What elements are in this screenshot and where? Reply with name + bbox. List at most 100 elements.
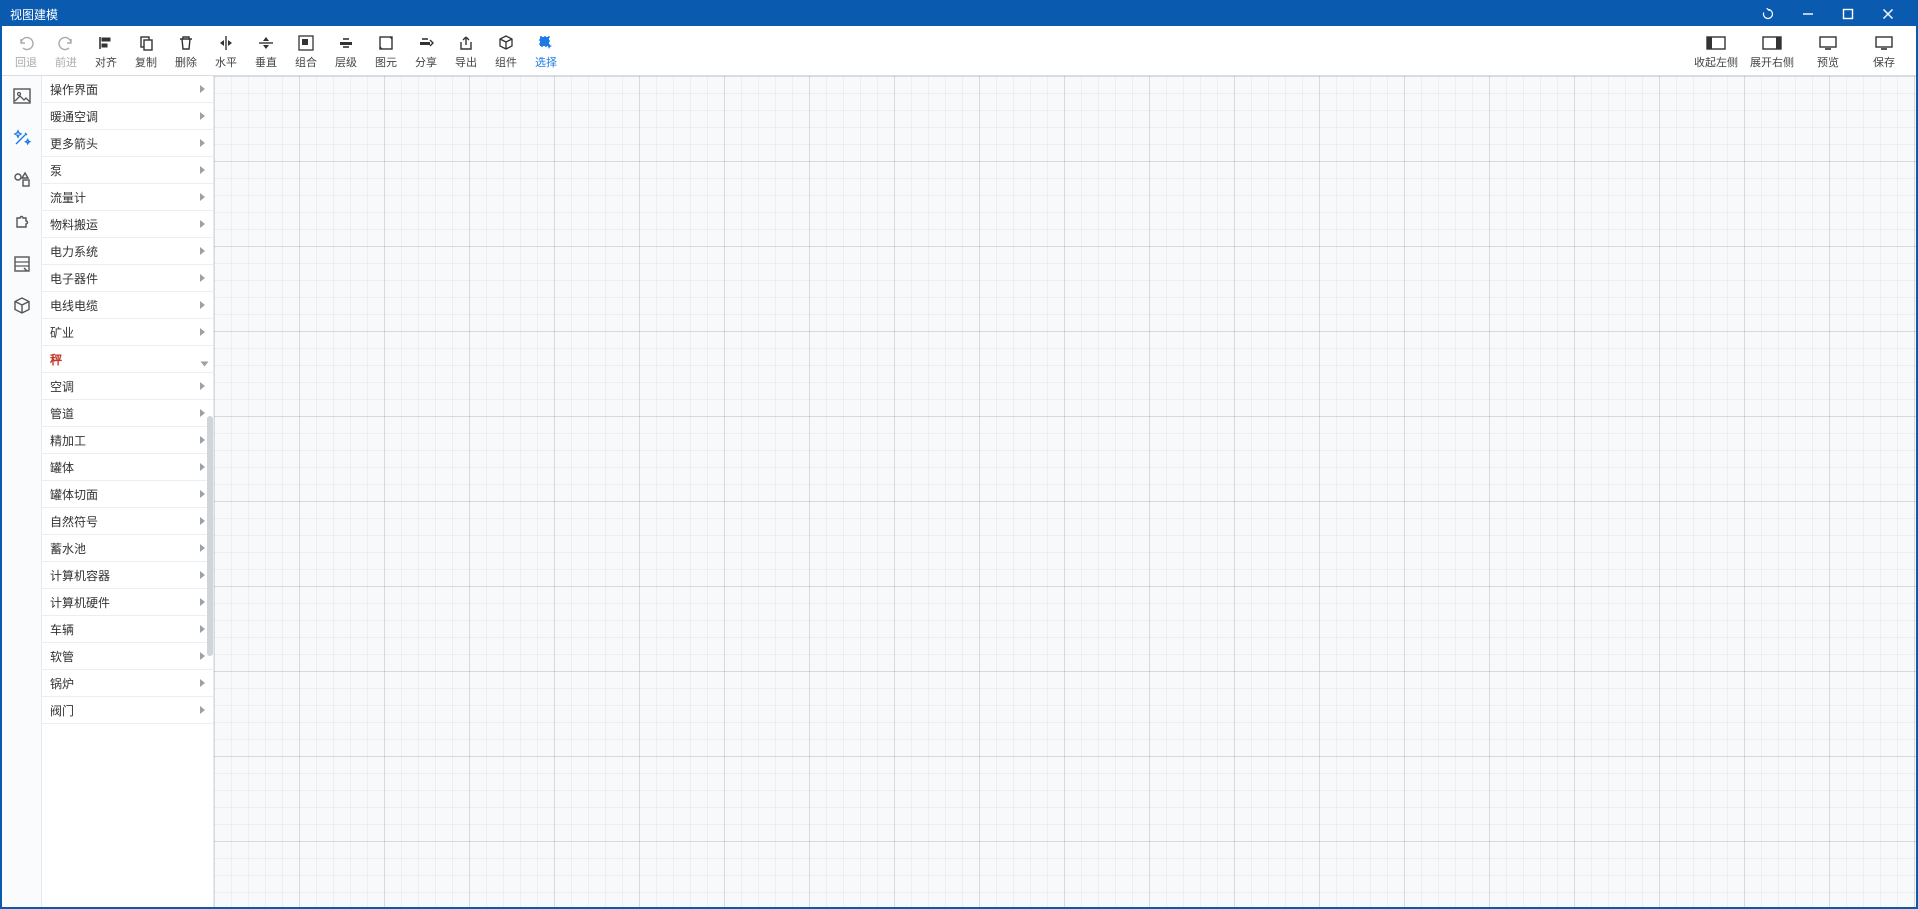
align-button[interactable]: 对齐 bbox=[86, 28, 126, 74]
layer-icon bbox=[337, 32, 355, 54]
rail-shapes[interactable] bbox=[8, 166, 36, 194]
sheet-icon bbox=[12, 254, 32, 274]
category-label: 矿业 bbox=[50, 324, 74, 341]
rail-plugins[interactable] bbox=[8, 208, 36, 236]
copy-icon bbox=[137, 32, 155, 54]
align-icon bbox=[97, 32, 115, 54]
expand-right-button[interactable]: 展开右侧 bbox=[1744, 28, 1800, 74]
chevron-right-icon bbox=[200, 247, 205, 255]
category-item[interactable]: 空调 bbox=[42, 373, 213, 400]
undo-icon bbox=[17, 32, 35, 54]
category-item[interactable]: 暖通空调 bbox=[42, 103, 213, 130]
category-label: 电子器件 bbox=[50, 270, 98, 287]
chevron-right-icon bbox=[200, 139, 205, 147]
vflip-icon bbox=[257, 32, 275, 54]
preview-button[interactable]: 预览 bbox=[1800, 28, 1856, 74]
panel-right-icon bbox=[1762, 32, 1782, 54]
primitive-button[interactable]: 图元 bbox=[366, 28, 406, 74]
chevron-right-icon bbox=[200, 625, 205, 633]
rail-magic[interactable] bbox=[8, 124, 36, 152]
category-item[interactable]: 更多箭头 bbox=[42, 130, 213, 157]
category-label: 更多箭头 bbox=[50, 135, 98, 152]
category-item[interactable]: 软管 bbox=[42, 643, 213, 670]
category-item[interactable]: 计算机硬件 bbox=[42, 589, 213, 616]
undo-button[interactable]: 回退 bbox=[6, 28, 46, 74]
group-button[interactable]: 组合 bbox=[286, 28, 326, 74]
tool-label: 展开右侧 bbox=[1750, 54, 1794, 70]
chevron-right-icon bbox=[200, 517, 205, 525]
category-label: 流量计 bbox=[50, 189, 86, 206]
category-item[interactable]: 电子器件 bbox=[42, 265, 213, 292]
redo-icon bbox=[57, 32, 75, 54]
category-item[interactable]: 秤 bbox=[42, 346, 213, 373]
tool-label: 导出 bbox=[455, 54, 477, 70]
category-item[interactable]: 操作界面 bbox=[42, 76, 213, 103]
rail-model3d[interactable] bbox=[8, 292, 36, 320]
vflip-button[interactable]: 垂直 bbox=[246, 28, 286, 74]
chevron-right-icon bbox=[200, 544, 205, 552]
category-item[interactable]: 物料搬运 bbox=[42, 211, 213, 238]
chevron-right-icon bbox=[200, 274, 205, 282]
chevron-right-icon bbox=[200, 679, 205, 687]
share-icon bbox=[417, 32, 435, 54]
category-item[interactable]: 矿业 bbox=[42, 319, 213, 346]
category-item[interactable]: 电力系统 bbox=[42, 238, 213, 265]
hflip-icon bbox=[217, 32, 235, 54]
chevron-right-icon bbox=[200, 193, 205, 201]
canvas[interactable] bbox=[214, 76, 1916, 907]
category-item[interactable]: 计算机容器 bbox=[42, 562, 213, 589]
close-button[interactable] bbox=[1868, 2, 1908, 26]
category-item[interactable]: 罐体 bbox=[42, 454, 213, 481]
rail-datasheet[interactable] bbox=[8, 250, 36, 278]
tool-label: 垂直 bbox=[255, 54, 277, 70]
save-button[interactable]: 保存 bbox=[1856, 28, 1912, 74]
export-button[interactable]: 导出 bbox=[446, 28, 486, 74]
category-item[interactable]: 流量计 bbox=[42, 184, 213, 211]
tool-label: 图元 bbox=[375, 54, 397, 70]
category-item[interactable]: 车辆 bbox=[42, 616, 213, 643]
category-item[interactable]: 锅炉 bbox=[42, 670, 213, 697]
image-icon bbox=[12, 86, 32, 106]
minimize-button[interactable] bbox=[1788, 2, 1828, 26]
select-button[interactable]: 选择 bbox=[526, 28, 566, 74]
layer-button[interactable]: 层级 bbox=[326, 28, 366, 74]
hflip-button[interactable]: 水平 bbox=[206, 28, 246, 74]
tool-label: 组件 bbox=[495, 54, 517, 70]
category-item[interactable]: 泵 bbox=[42, 157, 213, 184]
tool-label: 对齐 bbox=[95, 54, 117, 70]
chevron-right-icon bbox=[200, 571, 205, 579]
category-item[interactable]: 电线电缆 bbox=[42, 292, 213, 319]
collapse-left-button[interactable]: 收起左侧 bbox=[1688, 28, 1744, 74]
category-label: 泵 bbox=[50, 162, 62, 179]
export-icon bbox=[457, 32, 475, 54]
chevron-right-icon bbox=[200, 220, 205, 228]
category-label: 计算机容器 bbox=[50, 567, 110, 584]
scrollbar-thumb[interactable] bbox=[207, 416, 213, 656]
category-item[interactable]: 自然符号 bbox=[42, 508, 213, 535]
category-label: 自然符号 bbox=[50, 513, 98, 530]
category-label: 电线电缆 bbox=[50, 297, 98, 314]
component-button[interactable]: 组件 bbox=[486, 28, 526, 74]
category-item[interactable]: 罐体切面 bbox=[42, 481, 213, 508]
category-item[interactable]: 精加工 bbox=[42, 427, 213, 454]
tool-label: 水平 bbox=[215, 54, 237, 70]
category-item[interactable]: 蓄水池 bbox=[42, 535, 213, 562]
delete-button[interactable]: 删除 bbox=[166, 28, 206, 74]
chevron-right-icon bbox=[200, 328, 205, 336]
share-button[interactable]: 分享 bbox=[406, 28, 446, 74]
category-label: 阀门 bbox=[50, 702, 74, 719]
rail-gallery[interactable] bbox=[8, 82, 36, 110]
tool-label: 删除 bbox=[175, 54, 197, 70]
tool-label: 预览 bbox=[1817, 54, 1839, 70]
tool-label: 保存 bbox=[1873, 54, 1895, 70]
maximize-button[interactable] bbox=[1828, 2, 1868, 26]
redo-button[interactable]: 前进 bbox=[46, 28, 86, 74]
copy-button[interactable]: 复制 bbox=[126, 28, 166, 74]
category-item[interactable]: 管道 bbox=[42, 400, 213, 427]
magic-icon bbox=[12, 128, 32, 148]
monitor-icon bbox=[1874, 32, 1894, 54]
refresh-button[interactable] bbox=[1748, 2, 1788, 26]
category-label: 操作界面 bbox=[50, 81, 98, 98]
category-item[interactable]: 阀门 bbox=[42, 697, 213, 724]
chevron-right-icon bbox=[200, 112, 205, 120]
